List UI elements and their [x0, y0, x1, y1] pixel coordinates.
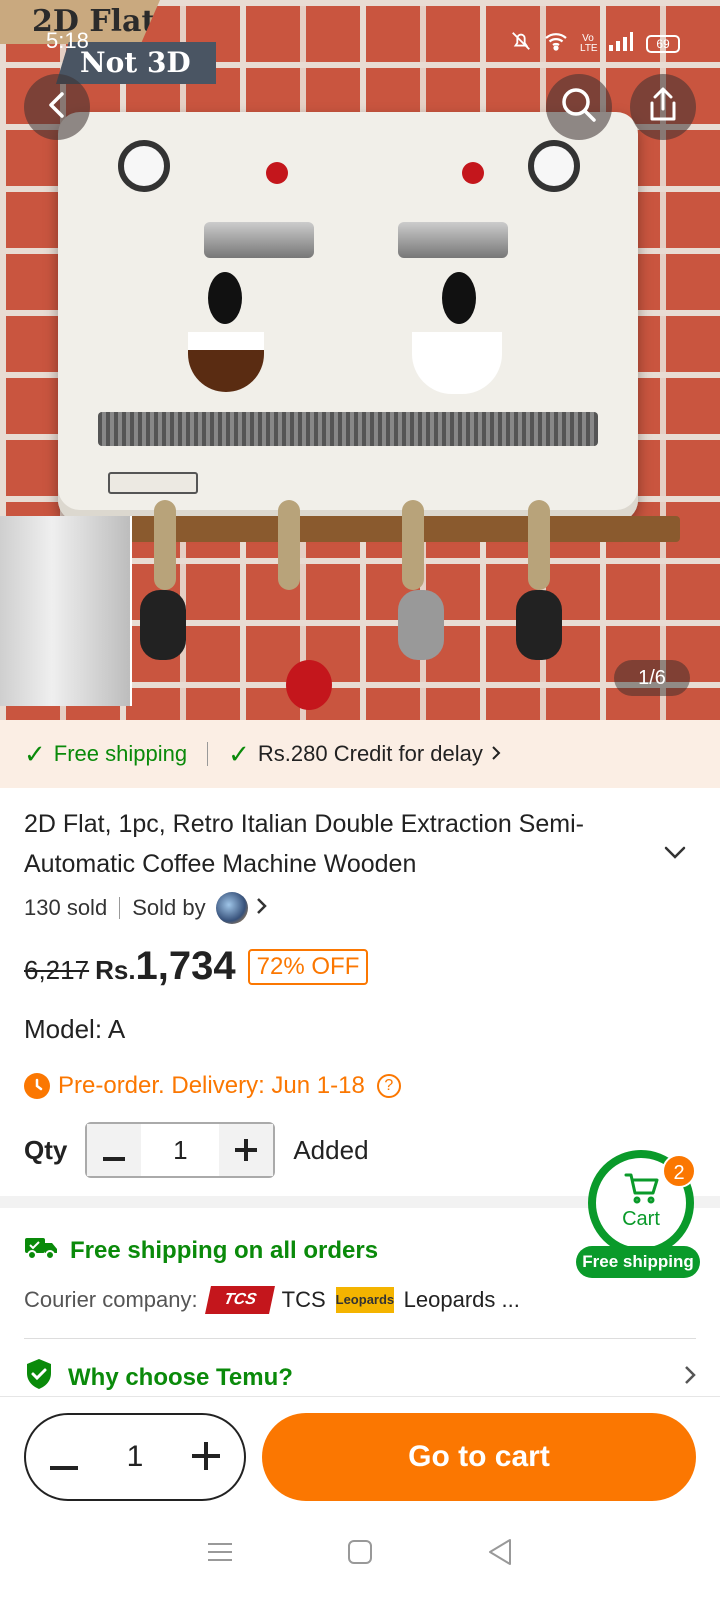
leopards-logo: Leopards	[335, 1287, 394, 1313]
quantity-stepper: 1	[85, 1122, 276, 1178]
preorder-text: Pre-order. Delivery: Jun 1-18	[58, 1072, 365, 1099]
courier-info[interactable]: Courier company: TCS TCS Leopards Leopar…	[24, 1286, 520, 1314]
network-label: Vo LTE	[580, 32, 598, 54]
chevron-right-icon	[684, 1364, 696, 1392]
cart-free-shipping-pill: Free shipping	[576, 1246, 700, 1278]
discount-badge: 72% OFF	[247, 948, 369, 985]
seller-avatar[interactable]	[215, 892, 248, 924]
qty-row: Qty 1 Added	[24, 1122, 369, 1178]
product-image-gallery[interactable]: 2D Flat Not 3D 5:18 Vo LTE 69 1/6	[0, 0, 720, 720]
wifi-icon	[544, 31, 568, 56]
minus-icon	[103, 1157, 126, 1161]
back-nav-icon[interactable]	[487, 1538, 513, 1571]
shipping-benefits-strip[interactable]: ✓ Free shipping ✓ Rs.280 Credit for dela…	[0, 720, 720, 788]
help-icon[interactable]: ?	[376, 1074, 401, 1098]
check-icon: ✓	[228, 738, 250, 769]
qty-value[interactable]: 1	[141, 1135, 219, 1166]
mute-icon	[510, 30, 532, 57]
truck-icon	[24, 1234, 58, 1267]
clock-icon	[24, 1073, 50, 1099]
coffee-machine-illustration	[58, 92, 638, 522]
chevron-right-icon	[491, 741, 501, 767]
divider	[207, 742, 209, 766]
expand-title-button[interactable]	[664, 846, 686, 865]
home-icon[interactable]	[347, 1539, 373, 1570]
why-choose-temu-row[interactable]: Why choose Temu?	[24, 1358, 696, 1397]
sale-price: 1,734	[135, 944, 236, 988]
bottom-quantity-stepper: 1	[24, 1413, 246, 1501]
wooden-shelf	[40, 516, 680, 542]
cart-icon	[624, 1172, 660, 1209]
model-selector[interactable]: Model: A	[24, 1014, 125, 1045]
sold-by-label: Sold by	[132, 895, 206, 920]
chevron-down-icon	[664, 846, 686, 864]
check-icon: ✓	[24, 738, 46, 769]
delay-credit-link[interactable]: ✓ Rs.280 Credit for delay	[228, 739, 501, 770]
increase-qty-button[interactable]	[192, 1435, 220, 1480]
plus-icon	[235, 1139, 258, 1161]
battery-icon: 69	[646, 34, 680, 53]
cart-label: Cart	[622, 1208, 660, 1230]
signal-icon	[608, 31, 634, 56]
search-icon	[559, 85, 599, 130]
divider	[24, 1338, 696, 1339]
decrease-qty-button[interactable]	[50, 1435, 78, 1480]
bottom-qty-value[interactable]: 1	[127, 1440, 144, 1474]
status-time: 5:18	[46, 28, 89, 53]
decrease-qty-button[interactable]	[87, 1124, 142, 1176]
free-shipping-headline: Free shipping on all orders	[70, 1236, 379, 1264]
menu-icon[interactable]	[207, 1541, 233, 1568]
added-status: Added	[293, 1134, 369, 1165]
minus-icon	[50, 1465, 78, 1470]
preorder-info: Pre-order. Delivery: Jun 1-18 ?	[24, 1072, 401, 1100]
status-icons: Vo LTE 69	[510, 30, 680, 57]
side-view-inset	[0, 516, 132, 706]
free-shipping-label: Free shipping	[53, 741, 188, 766]
tcs-logo: TCS	[204, 1286, 275, 1314]
free-shipping-badge: ✓ Free shipping	[24, 739, 187, 770]
sold-count: 130 sold	[24, 895, 108, 920]
why-choose-label: Why choose Temu?	[68, 1363, 293, 1391]
product-title: 2D Flat, 1pc, Retro Italian Double Extra…	[24, 810, 584, 878]
back-button[interactable]	[24, 74, 90, 140]
search-button[interactable]	[546, 74, 612, 140]
courier-label: Courier company:	[24, 1287, 198, 1312]
floating-cart-button[interactable]: Cart 2 Free shipping	[576, 1150, 700, 1278]
chevron-left-icon	[44, 90, 70, 125]
original-price: 6,217	[24, 955, 90, 985]
divider	[119, 897, 121, 919]
go-to-cart-button[interactable]: Go to cart	[262, 1413, 696, 1501]
bottom-action-bar: 1 Go to cart	[0, 1396, 720, 1508]
watermark-2d-flat: 2D Flat Not 3D	[0, 0, 216, 84]
courier-tcs: TCS	[281, 1287, 326, 1312]
free-shipping-all-orders[interactable]: Free shipping on all orders	[24, 1234, 378, 1267]
shield-check-icon	[24, 1358, 54, 1397]
currency-label: Rs.	[95, 955, 136, 985]
increase-qty-button[interactable]	[219, 1124, 274, 1176]
image-counter: 1/6	[614, 660, 690, 696]
sold-row: 130 sold Sold by	[24, 892, 268, 924]
share-button[interactable]	[630, 74, 696, 140]
price-row: 6,217 Rs. 1,734 72% OFF	[24, 944, 369, 989]
machine-badge	[108, 472, 198, 494]
cart-count-badge: 2	[662, 1154, 696, 1188]
plus-icon	[192, 1441, 220, 1470]
share-icon	[646, 87, 680, 128]
courier-leopards: Leopards ...	[403, 1287, 520, 1312]
chevron-right-icon[interactable]	[256, 895, 268, 921]
delay-credit-label: Rs.280 Credit for delay	[257, 741, 483, 766]
system-nav-bar	[0, 1508, 720, 1600]
qty-label: Qty	[24, 1134, 68, 1165]
